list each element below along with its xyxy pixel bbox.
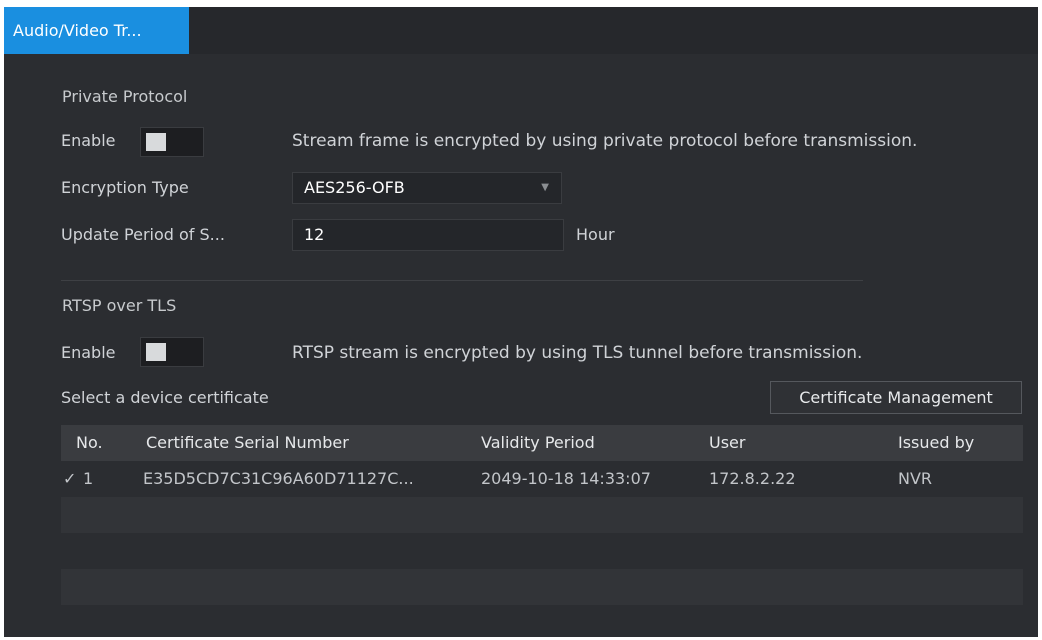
toggle-knob xyxy=(146,133,166,151)
table-row-empty xyxy=(61,569,1023,605)
table-header: No. Certificate Serial Number Validity P… xyxy=(61,425,1023,461)
update-period-unit: Hour xyxy=(576,225,615,244)
table-row-empty xyxy=(61,533,1023,569)
private-protocol-enable-toggle[interactable] xyxy=(140,127,204,157)
header-serial-number[interactable]: Certificate Serial Number xyxy=(146,425,349,461)
private-protocol-description: Stream frame is encrypted by using priva… xyxy=(292,131,918,151)
cell-issued-by: NVR xyxy=(898,469,933,488)
dropdown-caret-icon: ▼ xyxy=(541,182,549,193)
rtsp-enable-label: Enable xyxy=(61,343,116,362)
table-row-empty xyxy=(61,497,1023,533)
cell-validity-period: 2049-10-18 14:33:07 xyxy=(481,469,651,488)
certificate-table: No. Certificate Serial Number Validity P… xyxy=(61,425,1023,637)
row-check-icon[interactable]: ✓ xyxy=(63,461,76,497)
section-divider xyxy=(61,280,863,281)
encryption-type-label: Encryption Type xyxy=(61,178,189,197)
table-row[interactable]: ✓ 1 E35D5CD7C31C96A60D71127C... 2049-10-… xyxy=(61,461,1023,497)
cell-no: 1 xyxy=(83,469,94,488)
private-enable-label: Enable xyxy=(61,131,116,150)
rtsp-description: RTSP stream is encrypted by using TLS tu… xyxy=(292,343,863,363)
toggle-knob xyxy=(146,343,166,361)
select-certificate-label: Select a device certificate xyxy=(61,388,269,407)
settings-window: Audio/Video Tr... Private Protocol Enabl… xyxy=(4,7,1038,637)
cell-serial-number: E35D5CD7C31C96A60D71127C... xyxy=(143,469,414,488)
cell-user: 172.8.2.22 xyxy=(709,469,796,488)
rtsp-over-tls-enable-toggle[interactable] xyxy=(140,337,204,367)
private-protocol-heading: Private Protocol xyxy=(62,87,188,106)
update-period-label: Update Period of S... xyxy=(61,225,225,244)
header-no[interactable]: No. xyxy=(76,425,103,461)
tab-bar: Audio/Video Tr... xyxy=(4,7,1038,54)
update-period-input[interactable]: 12 xyxy=(292,219,564,251)
table-row-empty xyxy=(61,605,1023,637)
header-issued-by[interactable]: Issued by xyxy=(898,425,974,461)
encryption-type-select[interactable]: AES256-OFB ▼ xyxy=(292,172,562,204)
header-user[interactable]: User xyxy=(709,425,745,461)
header-validity-period[interactable]: Validity Period xyxy=(481,425,595,461)
encryption-type-value: AES256-OFB xyxy=(304,178,405,197)
certificate-management-button[interactable]: Certificate Management xyxy=(770,381,1022,414)
rtsp-over-tls-heading: RTSP over TLS xyxy=(62,296,177,315)
tab-audio-video-transmission[interactable]: Audio/Video Tr... xyxy=(4,7,189,54)
